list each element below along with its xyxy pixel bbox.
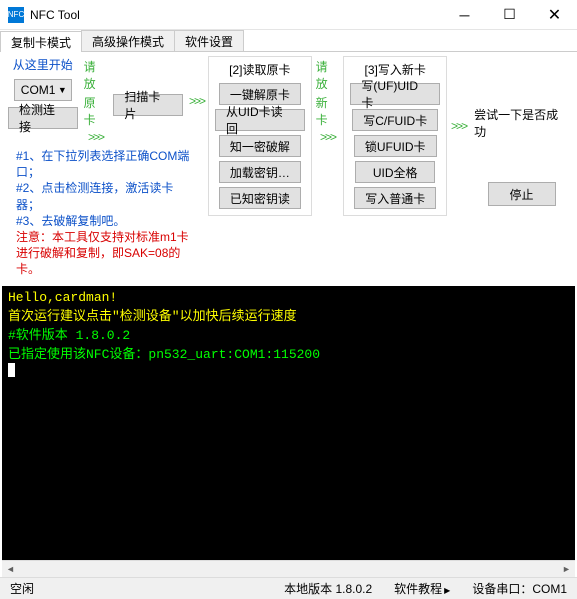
cursor-icon [8, 363, 15, 377]
stop-button[interactable]: 停止 [488, 182, 556, 206]
start-title: 从这里开始 [13, 56, 73, 73]
main-panel: 从这里开始 COM1 ▼ 检测连接 请放 原卡 >>> 扫描卡片 >>> [0, 52, 577, 286]
write-card-group: [3]写入新卡 写(UF)UID卡 写C/FUID卡 锁UFUID卡 UID全格… [343, 56, 447, 216]
console-line-3: #软件版本 1.8.0.2 [8, 324, 569, 343]
status-version: 本地版本 1.8.0.2 [284, 580, 372, 597]
arrow2-label2: 新卡 [316, 94, 340, 128]
arrow1-label1: 请放 [84, 58, 108, 92]
com-port-select[interactable]: COM1 ▼ [14, 79, 72, 101]
status-tutorial[interactable]: 软件教程▶ [394, 580, 450, 597]
hints-text: #1、在下拉列表选择正确COM端口； #2、点击检测连接，激活读卡器； #3、去… [16, 148, 196, 278]
scroll-right-icon[interactable]: ► [558, 561, 575, 578]
known-one-crack-button[interactable]: 知一密破解 [219, 135, 301, 157]
right-column: 尝试一下是否成功 停止 [474, 56, 569, 206]
maximize-button[interactable]: ☐ [487, 0, 532, 30]
hint-line-1: #1、在下拉列表选择正确COM端口； [16, 148, 196, 180]
app-icon: NFC [8, 7, 24, 23]
triangle-icon: ▶ [444, 586, 450, 595]
window-title: NFC Tool [30, 8, 442, 22]
write-normal-button[interactable]: 写入普通卡 [354, 187, 436, 209]
mode-tabs: 复制卡模式 高级操作模式 软件设置 [0, 30, 577, 52]
arrow2-label1: 请放 [316, 58, 340, 92]
step-arrow-2: 请放 新卡 >>> [316, 56, 340, 146]
hint-line-2: #2、点击检测连接，激活读卡器； [16, 180, 196, 212]
one-click-decode-button[interactable]: 一键解原卡 [219, 83, 301, 105]
lock-ufuid-button[interactable]: 锁UFUID卡 [354, 135, 437, 157]
status-bar: 空闲 本地版本 1.8.0.2 软件教程▶ 设备串口：COM1 [0, 577, 577, 599]
status-idle: 空闲 [10, 580, 34, 597]
horizontal-scrollbar[interactable]: ◄ ► [2, 560, 575, 577]
titlebar: NFC NFC Tool ─ ☐ ✕ [0, 0, 577, 30]
load-keys-button[interactable]: 加载密钥… [219, 161, 301, 183]
arrow2-arrows: >>> [320, 130, 335, 144]
read-from-uid-button[interactable]: 从UID卡读回 [215, 109, 305, 131]
write-cfuid-button[interactable]: 写C/FUID卡 [352, 109, 438, 131]
chevron-down-icon: ▼ [58, 85, 67, 95]
step-arrow-1: 请放 原卡 >>> [84, 56, 108, 146]
read-card-group: [2]读取原卡 一键解原卡 从UID卡读回 知一密破解 加载密钥… 已知密钥读 [208, 56, 312, 216]
console-line-1: Hello,cardman! [8, 290, 569, 305]
scan-card-button[interactable]: 扫描卡片 [113, 94, 183, 116]
start-column: 从这里开始 COM1 ▼ 检测连接 [8, 56, 78, 129]
status-port: 设备串口：COM1 [472, 580, 567, 597]
arrow1-arrows: >>> [88, 130, 103, 144]
scan-column: 扫描卡片 [113, 56, 183, 116]
arrow1b-arrows: >>> [189, 94, 204, 108]
read-group-title: [2]读取原卡 [229, 61, 290, 78]
com-port-value: COM1 [21, 83, 56, 97]
try-label: 尝试一下是否成功 [474, 106, 569, 140]
close-button[interactable]: ✕ [532, 0, 577, 30]
console-line-4: 已指定使用该NFC设备：pn532_uart:COM1:115200 [8, 343, 569, 362]
hint-warning: 注意：本工具仅支持对标准m1卡进行破解和复制，即SAK=08的卡。 [16, 229, 196, 278]
step-arrow-3: >>> [451, 56, 466, 196]
tab-settings[interactable]: 软件设置 [174, 30, 244, 51]
arrow3-arrows: >>> [451, 119, 466, 133]
step-arrow-1b: >>> [189, 56, 204, 146]
write-group-title: [3]写入新卡 [365, 61, 426, 78]
tab-advanced-mode[interactable]: 高级操作模式 [81, 30, 175, 51]
write-uf-uid-button[interactable]: 写(UF)UID卡 [350, 83, 440, 105]
minimize-button[interactable]: ─ [442, 0, 487, 30]
console-output: Hello,cardman! 首次运行建议点击"检测设备"以加快后续运行速度 #… [2, 286, 575, 560]
detect-connection-button[interactable]: 检测连接 [8, 107, 78, 129]
scroll-left-icon[interactable]: ◄ [2, 561, 19, 578]
console-line-2: 首次运行建议点击"检测设备"以加快后续运行速度 [8, 305, 569, 324]
known-key-read-button[interactable]: 已知密钥读 [219, 187, 301, 209]
arrow1-label2: 原卡 [84, 94, 108, 128]
window-controls: ─ ☐ ✕ [442, 0, 577, 30]
uid-format-button[interactable]: UID全格 [355, 161, 435, 183]
tab-copy-mode[interactable]: 复制卡模式 [0, 31, 82, 52]
hint-line-3: #3、去破解复制吧。 [16, 213, 196, 229]
